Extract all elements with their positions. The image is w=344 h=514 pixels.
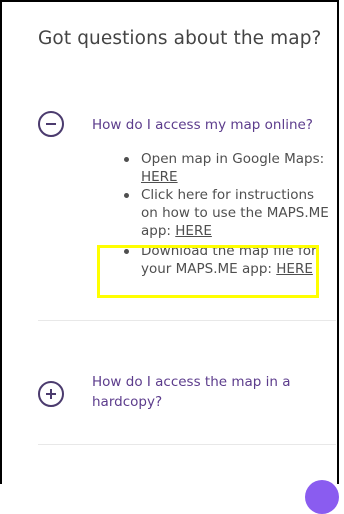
faq-answer-list: Open map in Google Maps: HERE Click here… (122, 150, 334, 278)
faq-question-hardcopy[interactable]: How do I access the map in a hardcopy? (92, 372, 322, 412)
divider (38, 444, 336, 445)
list-item: Click here for instructions on how to us… (122, 186, 334, 240)
google-maps-link[interactable]: HERE (141, 169, 178, 185)
chat-button[interactable] (305, 480, 339, 514)
list-item: Open map in Google Maps: HERE (122, 150, 334, 186)
minus-circle-icon[interactable] (38, 111, 64, 137)
mapsme-download-link[interactable]: HERE (276, 261, 313, 277)
faq-question-online[interactable]: How do I access my map online? (92, 115, 313, 135)
list-item: Download the map file for your MAPS.ME a… (122, 242, 334, 278)
plus-circle-icon[interactable] (38, 381, 64, 407)
mapsme-instructions-link[interactable]: HERE (175, 223, 212, 239)
faq-heading: Got questions about the map? (38, 28, 322, 49)
divider (38, 320, 336, 321)
